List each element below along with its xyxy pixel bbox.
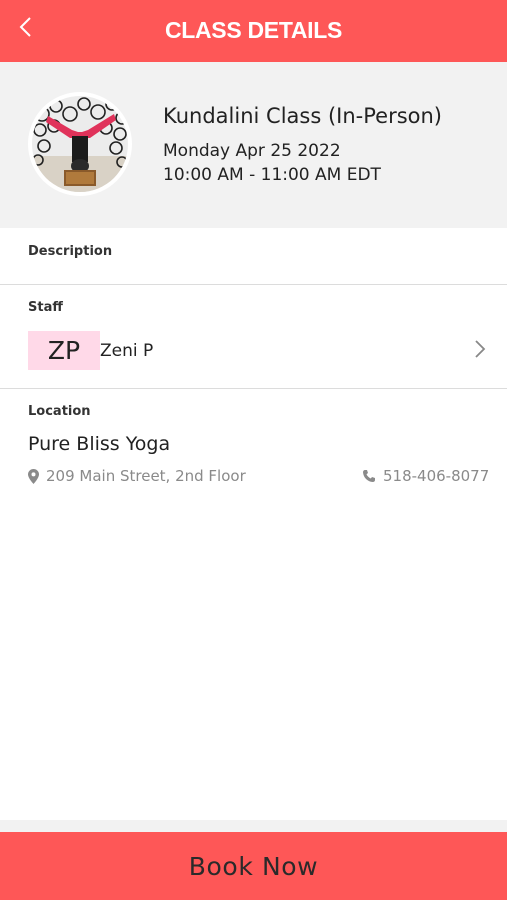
description-label: Description xyxy=(28,244,113,259)
address-text: 209 Main Street, 2nd Floor xyxy=(46,467,246,485)
class-title: Kundalini Class (In-Person) xyxy=(163,104,442,128)
staff-avatar: ZP xyxy=(28,331,100,370)
book-now-label: Book Now xyxy=(188,851,319,881)
class-time: 10:00 AM - 11:00 AM EDT xyxy=(163,165,381,185)
location-address[interactable]: 209 Main Street, 2nd Floor xyxy=(28,467,246,485)
class-summary: Kundalini Class (In-Person) Monday Apr 2… xyxy=(0,62,507,228)
staff-row[interactable]: ZP Zeni P xyxy=(0,324,507,374)
header-bar: CLASS DETAILS xyxy=(0,0,507,62)
page-title: CLASS DETAILS xyxy=(164,17,343,43)
footer-separator xyxy=(0,820,507,832)
divider xyxy=(0,284,507,285)
chevron-right-icon xyxy=(474,339,486,363)
class-date: Monday Apr 25 2022 xyxy=(163,141,341,161)
class-photo xyxy=(28,92,132,196)
book-now-button[interactable]: Book Now xyxy=(0,832,507,900)
location-name: Pure Bliss Yoga xyxy=(28,433,171,455)
phone-text: 518-406-8077 xyxy=(383,467,490,485)
map-pin-icon xyxy=(28,468,39,484)
divider xyxy=(0,388,507,389)
location-phone[interactable]: 518-406-8077 xyxy=(362,467,489,485)
location-label: Location xyxy=(28,404,91,419)
phone-icon xyxy=(362,469,376,483)
staff-name: Zeni P xyxy=(100,341,154,361)
staff-label: Staff xyxy=(28,300,63,315)
class-photo-icon xyxy=(32,96,128,192)
